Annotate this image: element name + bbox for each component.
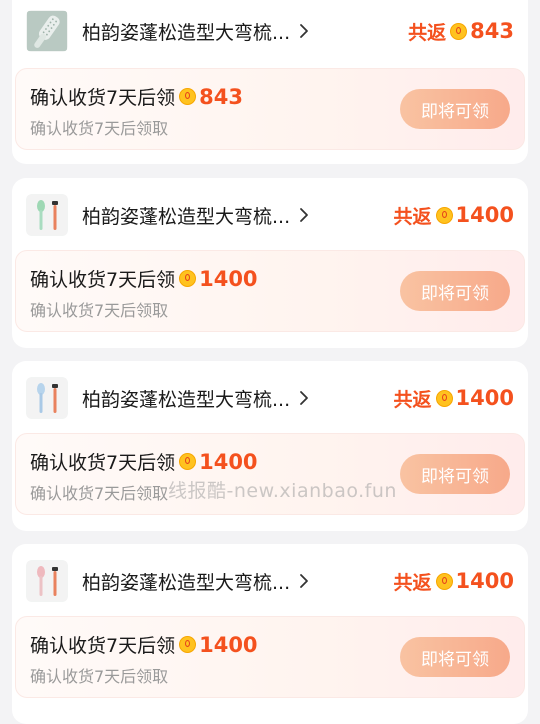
product-thumbnail[interactable] bbox=[26, 560, 68, 602]
product-header[interactable]: 柏韵姿蓬松造型大弯梳... 共返 1400 bbox=[26, 558, 514, 604]
coin-icon bbox=[179, 636, 197, 653]
confirm-line: 确认收货7天后领 1400 bbox=[30, 265, 258, 292]
total-cashback: 共返 843 bbox=[408, 18, 514, 45]
total-label: 共返 bbox=[393, 571, 432, 594]
confirm-amount: 843 bbox=[199, 84, 243, 109]
brush-set-icon bbox=[27, 195, 67, 235]
coin-icon bbox=[435, 206, 453, 224]
hair-brush-icon bbox=[27, 11, 67, 51]
claim-subtext: 确认收货7天后领取 bbox=[30, 484, 169, 503]
confirm-amount: 1400 bbox=[199, 266, 258, 291]
claim-panel: 确认收货7天后领 1400 确认收货7天后领取 即将可领 bbox=[15, 616, 525, 698]
cashback-card: 柏韵姿蓬松造型大弯梳... 共返 1400 确认收货7天后领 1400 确认收货… bbox=[12, 361, 528, 531]
total-label: 共返 bbox=[393, 205, 432, 228]
coin-icon bbox=[179, 88, 197, 105]
cashback-card: 柏韵姿蓬松造型大弯梳... 共返 843 确认收货7天后领 843 确认收货7天… bbox=[12, 0, 528, 164]
claim-soon-button[interactable]: 即将可领 bbox=[400, 454, 510, 494]
total-amount: 1400 bbox=[455, 386, 514, 410]
claim-panel: 确认收货7天后领 1400 确认收货7天后领取 即将可领 bbox=[15, 250, 525, 332]
total-label: 共返 bbox=[408, 21, 447, 44]
total-amount: 1400 bbox=[455, 569, 514, 593]
confirm-line: 确认收货7天后领 843 bbox=[30, 83, 243, 110]
total-cashback: 共返 1400 bbox=[394, 568, 514, 595]
total-amount: 1400 bbox=[455, 203, 514, 227]
confirm-text: 确认收货7天后领 bbox=[30, 269, 176, 291]
product-header[interactable]: 柏韵姿蓬松造型大弯梳... 共返 843 bbox=[26, 8, 514, 54]
chevron-right-icon[interactable] bbox=[298, 389, 310, 407]
confirm-text: 确认收货7天后领 bbox=[30, 87, 176, 109]
confirm-text: 确认收货7天后领 bbox=[30, 452, 176, 474]
confirm-line: 确认收货7天后领 1400 bbox=[30, 448, 258, 475]
claim-panel: 确认收货7天后领 843 确认收货7天后领取 即将可领 bbox=[15, 68, 525, 150]
claim-soon-button[interactable]: 即将可领 bbox=[400, 637, 510, 677]
confirm-text: 确认收货7天后领 bbox=[30, 635, 176, 657]
coin-icon bbox=[435, 389, 453, 407]
cashback-card: 柏韵姿蓬松造型大弯梳... 共返 1400 确认收货7天后领 1400 确认收货… bbox=[12, 178, 528, 348]
confirm-line: 确认收货7天后领 1400 bbox=[30, 631, 258, 658]
confirm-amount: 1400 bbox=[199, 449, 258, 474]
product-thumbnail[interactable] bbox=[26, 10, 68, 52]
product-thumbnail[interactable] bbox=[26, 377, 68, 419]
claim-subtext: 确认收货7天后领取 bbox=[30, 301, 169, 320]
chevron-right-icon[interactable] bbox=[298, 206, 310, 224]
brush-set-icon bbox=[27, 378, 67, 418]
total-cashback: 共返 1400 bbox=[394, 385, 514, 412]
total-cashback: 共返 1400 bbox=[394, 202, 514, 229]
coin-icon bbox=[435, 572, 453, 590]
coin-icon bbox=[450, 22, 468, 40]
confirm-amount: 1400 bbox=[199, 632, 258, 657]
watermark: 线报酷-new.xianbao.fun bbox=[168, 480, 397, 502]
product-title[interactable]: 柏韵姿蓬松造型大弯梳... bbox=[82, 568, 290, 595]
product-title[interactable]: 柏韵姿蓬松造型大弯梳... bbox=[82, 385, 290, 412]
coin-icon bbox=[179, 270, 197, 287]
claim-soon-button[interactable]: 即将可领 bbox=[400, 89, 510, 129]
product-title[interactable]: 柏韵姿蓬松造型大弯梳... bbox=[82, 18, 290, 45]
claim-subtext: 确认收货7天后领取 bbox=[30, 667, 169, 686]
total-amount: 843 bbox=[470, 19, 514, 43]
product-header[interactable]: 柏韵姿蓬松造型大弯梳... 共返 1400 bbox=[26, 375, 514, 421]
brush-set-icon bbox=[27, 561, 67, 601]
product-thumbnail[interactable] bbox=[26, 194, 68, 236]
coin-icon bbox=[179, 453, 197, 470]
claim-subtext: 确认收货7天后领取 bbox=[30, 119, 169, 138]
chevron-right-icon[interactable] bbox=[298, 22, 310, 40]
chevron-right-icon[interactable] bbox=[298, 572, 310, 590]
product-title[interactable]: 柏韵姿蓬松造型大弯梳... bbox=[82, 202, 290, 229]
product-header[interactable]: 柏韵姿蓬松造型大弯梳... 共返 1400 bbox=[26, 192, 514, 238]
claim-soon-button[interactable]: 即将可领 bbox=[400, 271, 510, 311]
total-label: 共返 bbox=[393, 388, 432, 411]
cashback-card: 柏韵姿蓬松造型大弯梳... 共返 1400 确认收货7天后领 1400 确认收货… bbox=[12, 544, 528, 724]
